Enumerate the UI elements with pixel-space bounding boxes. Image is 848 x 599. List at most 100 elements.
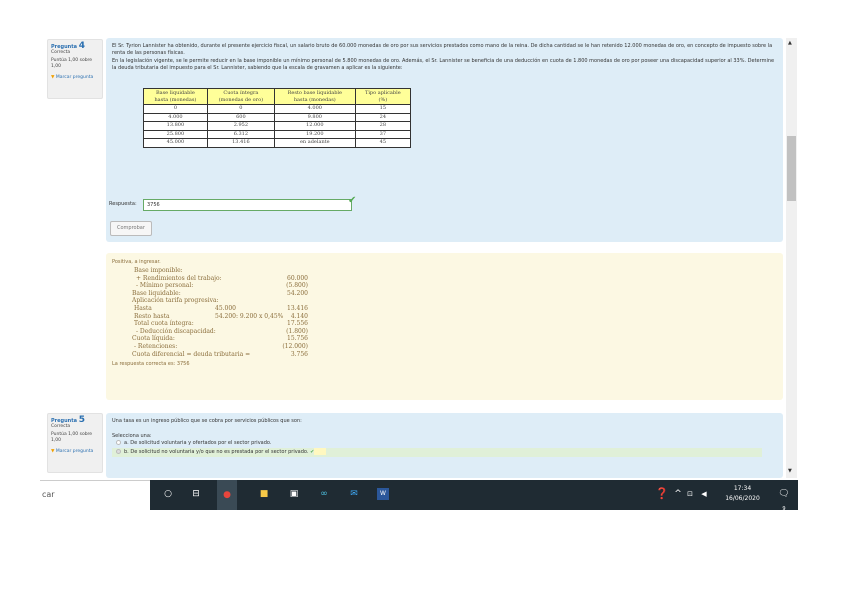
table-cell: 45: [354, 138, 412, 148]
question-4-content: El Sr. Tyrion Lannister ha obtenido, dur…: [106, 38, 783, 242]
option-b[interactable]: b. De solicitud no voluntaria y/o que no…: [112, 448, 762, 457]
time: 17:34: [733, 485, 752, 492]
calculation-line: Base liquidable: 54.200: [112, 290, 777, 298]
scrollbar[interactable]: ▲ ▼: [786, 38, 797, 478]
radio-button[interactable]: [116, 449, 121, 454]
calculation-line: - Retenciones: (12.000): [112, 343, 777, 351]
clock[interactable]: 17:34 16/06/2020: [715, 484, 770, 504]
calc-value: (12.000): [282, 342, 308, 350]
table-cell: 12.000: [273, 121, 356, 131]
taskbar: ○ ⊟ ● ■ ▣ ∞ ✉ W ❓ ^ ⊡ ◀ 17:34 16/06/2020…: [150, 480, 798, 512]
table-cell: 4.000: [143, 112, 208, 122]
mail-icon[interactable]: ✉: [348, 487, 360, 501]
calc-value: 15.756: [287, 335, 308, 343]
correct-answer: La respuesta correcta es: 3756: [112, 361, 190, 368]
notifications-icon[interactable]: 🗨9: [778, 487, 790, 512]
calc-value: 3.756: [290, 350, 308, 358]
column-header: Cuota íntegra (monedas de oro): [206, 88, 275, 105]
scroll-down-icon[interactable]: ▼: [788, 468, 792, 474]
calc-value: (5.800): [286, 282, 308, 290]
volume-icon[interactable]: ◀: [698, 487, 710, 501]
table-cell: 600: [206, 112, 275, 122]
table-row: 0 0 4.000 15: [143, 104, 412, 114]
table-cell: 6.312: [206, 129, 275, 139]
flag-question-link[interactable]: ▼ Marcar pregunta: [51, 75, 99, 81]
file-explorer-icon[interactable]: ■: [258, 487, 270, 501]
flag-label: Marcar pregunta: [55, 75, 94, 80]
feedback-intro: Positiva, a ingresar.: [112, 259, 161, 265]
question-status: Correcta: [51, 50, 71, 55]
chrome-icon[interactable]: ●: [217, 480, 237, 510]
answer-label: Respuesta:: [109, 201, 137, 207]
calc-label: + Rendimientos del trabajo:: [136, 274, 222, 282]
calc-label: - Mínimo personal:: [136, 282, 194, 290]
table-cell: 24: [354, 112, 412, 122]
calc-label: Base liquidable:: [132, 289, 181, 297]
table-cell: 2.952: [206, 121, 275, 131]
table-cell: 4.000: [273, 104, 356, 114]
calculation-line: - Mínimo personal: (5.800): [112, 282, 777, 290]
table-row: 13.800 2.952 12.000 28: [143, 121, 412, 131]
calc-value: 17.556: [287, 320, 308, 328]
calculation-line: Resto hasta 54.200: 9.200 x 0,45% 4.140: [112, 313, 777, 321]
calculation-line: Cuota líquida: 15.756: [112, 335, 777, 343]
flag-label: Marcar pregunta: [55, 449, 94, 454]
taskbar-search[interactable]: car: [40, 480, 150, 510]
question-score: Puntúa 1,00 sobre 1,00: [51, 58, 93, 69]
table-row: 45.000 13.416 en adelante 45: [143, 138, 412, 148]
link-icon[interactable]: ∞: [318, 487, 330, 501]
table-cell: 9.800: [273, 112, 356, 122]
calc-label: - Deducción discapacidad:: [136, 327, 216, 335]
option-label: a. De solicitud voluntaria y ofertados p…: [124, 440, 272, 446]
column-header: Tipo aplicable (%): [354, 88, 412, 105]
table-cell: en adelante: [273, 138, 356, 148]
calc-label: Cuota líquida:: [132, 335, 175, 343]
task-view-icon[interactable]: ⊟: [190, 487, 202, 501]
calc-label: Aplicación tarifa progresiva:: [132, 297, 219, 305]
calc-value: 60.000: [287, 274, 308, 282]
cortana-icon[interactable]: ○: [162, 487, 174, 501]
calc-value: 13.416: [287, 304, 308, 312]
question-text: El Sr. Tyrion Lannister ha obtenido, dur…: [112, 43, 773, 56]
column-header: Resto base liquidable hasta (monedas): [273, 88, 356, 105]
answer-input[interactable]: 3756: [143, 199, 352, 211]
answer-value: 3756: [147, 202, 160, 208]
store-icon[interactable]: ▣: [288, 487, 300, 501]
help-icon[interactable]: ❓: [655, 487, 669, 501]
radio-button[interactable]: [116, 440, 121, 445]
header-text: hasta (monedas): [154, 96, 197, 103]
flag-icon: ▼: [51, 75, 55, 80]
network-icon[interactable]: ⊡: [684, 487, 696, 501]
calc-value: 54.200: [287, 289, 308, 297]
calculation-line: Total cuota íntegra: 17.556: [112, 320, 777, 328]
calc-detail: 54.200: 9.200 x 0,45%: [215, 312, 284, 320]
scrollbar-thumb[interactable]: [787, 136, 796, 201]
table-row: 4.000 600 9.800 24: [143, 112, 412, 122]
question-status: Correcta: [51, 424, 71, 429]
calc-label: - Retenciones:: [134, 342, 178, 350]
header-text: Tipo aplicable: [365, 90, 401, 96]
question-text: Una tasa es un ingreso público que se co…: [112, 418, 302, 424]
table-cell: 37: [354, 129, 412, 139]
header-text: Resto base liquidable: [287, 90, 342, 96]
calc-label: Resto hasta: [134, 312, 170, 320]
check-button[interactable]: Comprobar: [110, 221, 152, 236]
table-cell: 0: [206, 104, 275, 114]
calculation-line: Base imponible:: [112, 267, 777, 275]
calculation-line: + Rendimientos del trabajo: 60.000: [112, 275, 777, 283]
scroll-up-icon[interactable]: ▲: [788, 40, 792, 46]
question-5-info: Pregunta 5 Correcta Puntúa 1,00 sobre 1,…: [47, 413, 103, 473]
word-icon[interactable]: W: [377, 488, 389, 500]
option-a[interactable]: a. De solicitud voluntaria y ofertados p…: [112, 439, 777, 448]
calc-label: Total cuota íntegra:: [134, 320, 194, 328]
question-4-info: Pregunta 4 Correcta Puntúa 1,00 sobre 1,…: [47, 39, 103, 99]
column-header: Base liquidable hasta (monedas): [143, 88, 208, 105]
table-cell: 45.000: [143, 138, 208, 148]
table-cell: 0: [143, 104, 208, 114]
flag-question-link[interactable]: ▼ Marcar pregunta: [51, 449, 99, 455]
table-cell: 15: [354, 104, 412, 114]
table-cell: 13.416: [206, 138, 275, 148]
chevron-up-icon[interactable]: ^: [672, 487, 684, 501]
calc-label: Base imponible:: [134, 267, 183, 274]
question-score: Puntúa 1,00 sobre 1,00: [51, 432, 93, 443]
